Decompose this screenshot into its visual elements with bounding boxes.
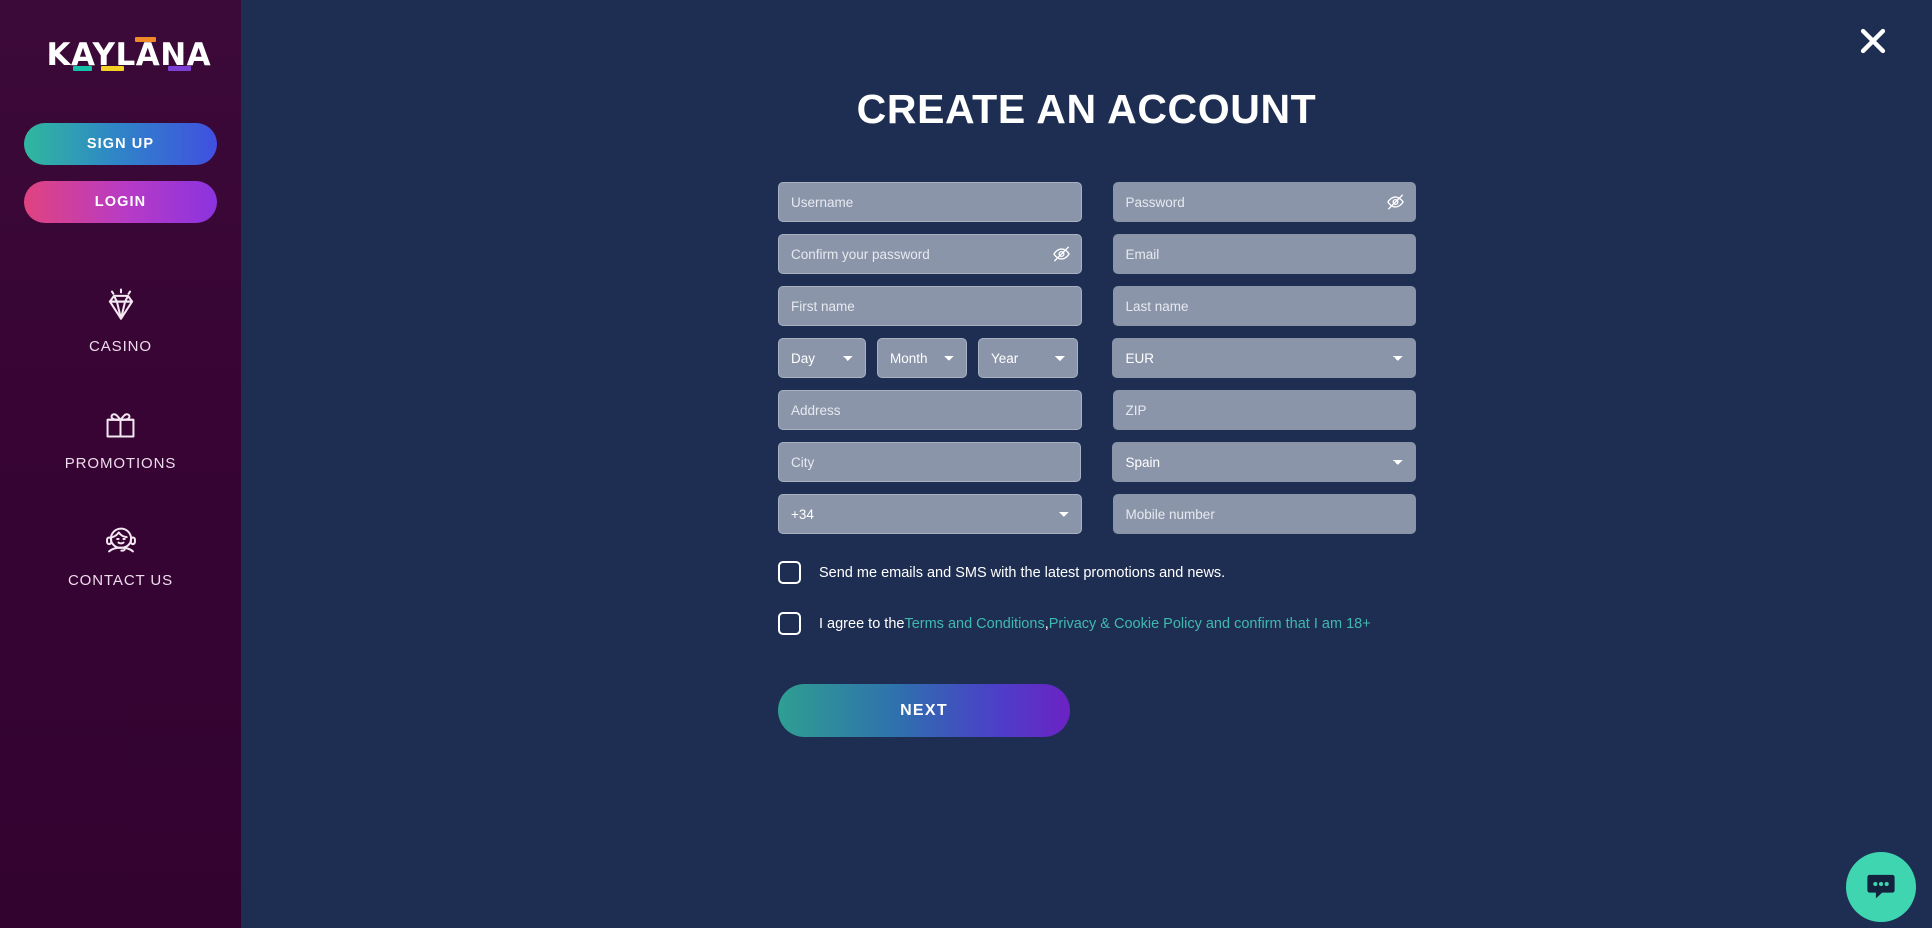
- email-input[interactable]: [1112, 234, 1416, 274]
- terms-consent-label: I agree to theTerms and Conditions,Priva…: [819, 616, 1371, 632]
- diamond-icon: [102, 285, 140, 327]
- close-icon[interactable]: [1850, 18, 1896, 64]
- page-title: CREATE AN ACCOUNT: [856, 86, 1317, 132]
- dob-year-select[interactable]: Year: [978, 338, 1078, 378]
- mobile-number-input[interactable]: [1112, 494, 1416, 534]
- username-field-wrap: [778, 182, 1082, 222]
- form-row-dob-currency: Day Month Year EUR: [778, 338, 1416, 378]
- country-select[interactable]: Spain: [1112, 442, 1416, 482]
- sidebar-item-contact-us[interactable]: CONTACT US: [0, 519, 241, 589]
- confirm-password-field-wrap: [778, 234, 1082, 274]
- sidebar-nav: CASINO PROMOTIONS CONTACT US: [0, 285, 241, 636]
- sidebar-item-label: CONTACT US: [67, 572, 174, 589]
- last-name-input[interactable]: [1112, 286, 1416, 326]
- address-input[interactable]: [778, 390, 1082, 430]
- email-field-wrap: [1112, 234, 1416, 274]
- sidebar-item-promotions[interactable]: PROMOTIONS: [0, 402, 241, 472]
- first-name-field-wrap: [778, 286, 1082, 326]
- username-input[interactable]: [778, 182, 1082, 222]
- form-row-address-zip: [778, 390, 1416, 430]
- brand-logo[interactable]: KAYLANA: [47, 36, 211, 74]
- sidebar: KAYLANA SIGN UP LOGIN CASINO PROMOTIONS …: [0, 0, 241, 928]
- next-button[interactable]: NEXT: [778, 684, 1070, 737]
- city-input[interactable]: [778, 442, 1082, 482]
- date-of-birth-group: Day Month Year: [778, 338, 1081, 378]
- logo-accent-bar-orange: [134, 37, 156, 42]
- form-row-confirm-email: [778, 234, 1416, 274]
- city-field-wrap: [778, 442, 1082, 482]
- currency-select[interactable]: EUR: [1112, 338, 1416, 378]
- terms-and-conditions-link[interactable]: Terms and Conditions: [904, 616, 1044, 632]
- registration-form: Day Month Year EUR: [778, 182, 1416, 737]
- marketing-consent-row: Send me emails and SMS with the latest p…: [778, 561, 1416, 584]
- signup-modal: CREATE AN ACCOUNT Username Email First n…: [241, 0, 1932, 928]
- confirm-password-input[interactable]: [778, 234, 1082, 274]
- login-button[interactable]: LOGIN: [24, 181, 217, 223]
- sidebar-item-label: PROMOTIONS: [64, 455, 177, 472]
- password-input[interactable]: [1112, 182, 1416, 222]
- zip-field-wrap: [1112, 390, 1416, 430]
- address-field-wrap: [778, 390, 1082, 430]
- dial-code-select[interactable]: +34: [778, 494, 1082, 534]
- dob-day-select[interactable]: Day: [778, 338, 866, 378]
- form-row-credentials: [778, 182, 1416, 222]
- terms-consent-checkbox[interactable]: [778, 612, 801, 635]
- marketing-consent-checkbox[interactable]: [778, 561, 801, 584]
- sidebar-item-label: CASINO: [89, 338, 152, 355]
- privacy-policy-link[interactable]: Privacy & Cookie Policy and confirm that…: [1049, 616, 1371, 632]
- eye-off-icon[interactable]: [1386, 193, 1405, 212]
- first-name-input[interactable]: [778, 286, 1082, 326]
- sidebar-item-casino[interactable]: CASINO: [0, 285, 241, 355]
- form-row-name: [778, 286, 1416, 326]
- eye-off-icon[interactable]: [1052, 245, 1071, 264]
- zip-input[interactable]: [1112, 390, 1416, 430]
- sign-up-button[interactable]: SIGN UP: [24, 123, 217, 165]
- form-row-city-country: Spain: [778, 442, 1416, 482]
- marketing-consent-label: Send me emails and SMS with the latest p…: [819, 564, 1226, 581]
- password-field-wrap: [1112, 182, 1416, 222]
- logo-accent-bar-yellow: [100, 66, 124, 71]
- terms-prefix-text: I agree to the: [819, 615, 905, 632]
- last-name-field-wrap: [1112, 286, 1416, 326]
- terms-consent-row: I agree to theTerms and Conditions,Priva…: [778, 612, 1416, 635]
- mobile-field-wrap: [1112, 494, 1416, 534]
- logo-accent-bar-teal: [72, 66, 92, 71]
- support-agent-icon: [102, 519, 140, 561]
- form-row-phone: +34: [778, 494, 1416, 534]
- logo-accent-bar-purple: [167, 66, 191, 71]
- chat-bubble-icon[interactable]: [1846, 852, 1916, 922]
- gift-icon: [102, 402, 139, 444]
- dob-month-select[interactable]: Month: [877, 338, 967, 378]
